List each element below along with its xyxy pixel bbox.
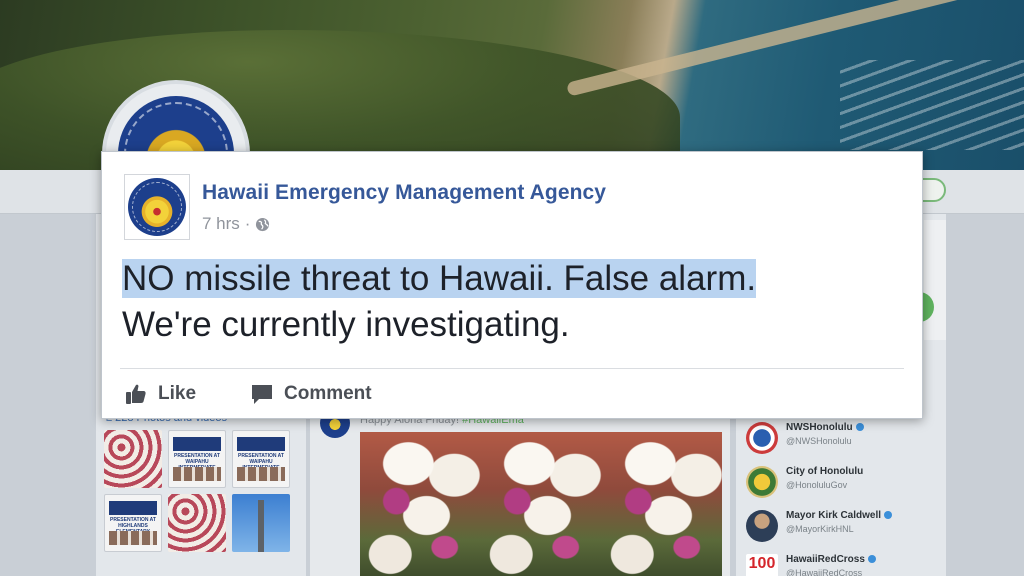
verified-badge-icon [867,555,876,564]
follow-suggestion[interactable]: City of Honolulu @HonoluluGov [744,464,944,508]
account-name: NWSHonolulu [786,422,864,433]
tower-image [258,500,264,552]
orchid-image [602,432,722,576]
post-text: NO missile threat to Hawaii. False alarm… [122,256,912,348]
page-avatar[interactable] [124,174,190,240]
post-meta: 7 hrs · [202,214,270,234]
red-cross-logo-icon: 100 [746,554,778,576]
mayor-avatar [746,510,778,542]
post-text-line-highlighted: NO missile threat to Hawaii. False alarm… [122,259,757,298]
who-to-follow-list: NWSHonolulu @NWSHonolulu City of Honolul… [744,420,944,576]
verified-badge-icon [855,423,864,432]
photo-thumbnail[interactable] [232,494,290,552]
post-timestamp[interactable]: 7 hrs [202,214,240,234]
facebook-post-card: Hawaii Emergency Management Agency 7 hrs… [101,151,923,419]
photo-grid: PRESENTATION AT WAIPAHU INTERMEDIATE SCH… [104,430,294,552]
flyer-photos [237,467,285,481]
orchid-image [360,432,481,576]
follow-suggestion[interactable]: Mayor Kirk Caldwell @MayorKirkHNL [744,508,944,552]
meta-separator: · [244,214,251,233]
photo-thumbnail[interactable]: PRESENTATION AT WAIPAHU INTERMEDIATE SCH… [168,430,226,488]
account-name: City of Honolulu [786,466,864,477]
photo-thumbnail[interactable] [168,494,226,552]
account-handle: @NWSHonolulu [786,436,852,446]
follow-suggestion[interactable]: 100 HawaiiRedCross @HawaiiRedCross [744,552,944,576]
thumbs-up-icon [126,384,146,404]
photo-thumbnail[interactable] [104,430,162,488]
account-handle: @HonoluluGov [786,480,848,490]
like-label: Like [158,383,197,404]
post-text-line: We're currently investigating. [122,305,570,344]
city-seal-icon [746,466,778,498]
account-name: HawaiiRedCross [786,554,876,565]
comment-bubble-icon [252,385,272,404]
tweet-photo-orchids[interactable] [360,432,722,576]
agency-seal-icon [128,178,186,236]
flyer-header [109,501,157,515]
account-name: Mayor Kirk Caldwell [786,510,893,521]
photo-thumbnail[interactable]: PRESENTATION AT HIGHLANDS ELEMENTARY SCH… [104,494,162,552]
page-name-link[interactable]: Hawaii Emergency Management Agency [202,181,606,205]
verified-badge-icon [884,511,893,520]
globe-icon[interactable] [255,217,270,232]
flyer-header [237,437,285,451]
like-button[interactable]: Like [124,380,196,408]
ocean-surf [840,60,1024,150]
flyer-photos [109,531,157,545]
nws-logo-icon [746,422,778,454]
orchid-image [481,432,602,576]
follow-suggestion[interactable]: NWSHonolulu @NWSHonolulu [744,420,944,464]
flyer-header [173,437,221,451]
flyer-photos [173,467,221,481]
comment-button[interactable]: Comment [250,380,372,408]
divider [120,368,904,369]
account-handle: @HawaiiRedCross [786,568,863,576]
comment-label: Comment [284,383,372,404]
photo-thumbnail[interactable]: PRESENTATION AT WAIPAHU INTERMEDIATE SCH… [232,430,290,488]
right-widget [924,220,946,340]
account-handle: @MayorKirkHNL [786,524,854,534]
